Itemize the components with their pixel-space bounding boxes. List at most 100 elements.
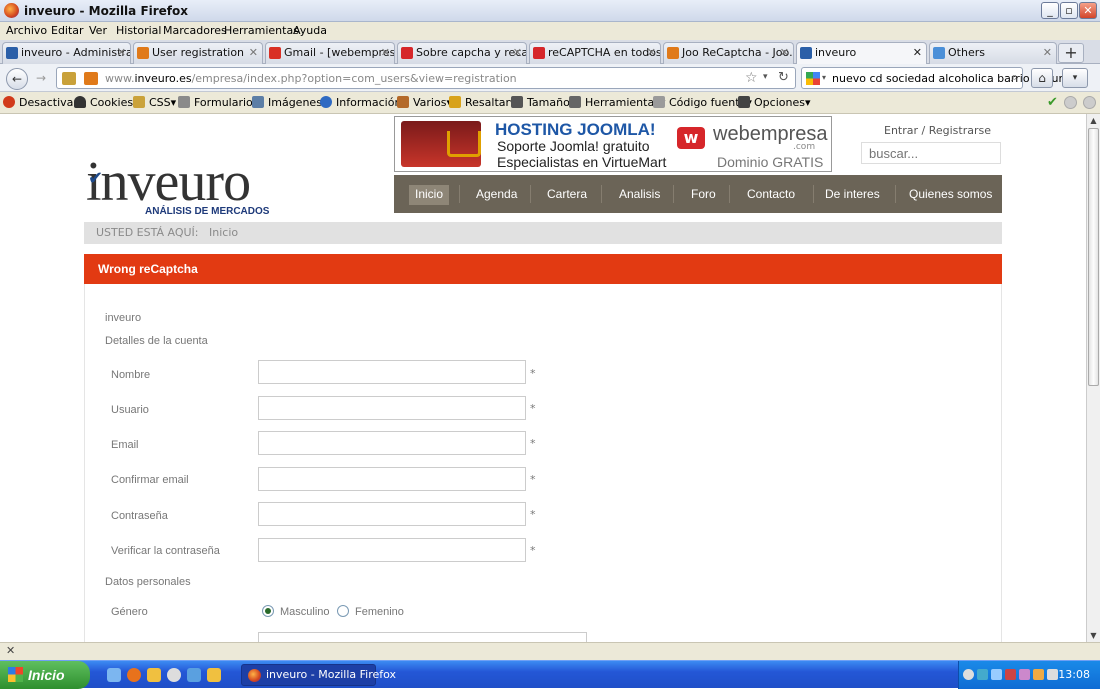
media-player-icon[interactable] [167, 668, 181, 682]
menu-analisis[interactable]: Analisis [613, 185, 666, 205]
tray-app-icon[interactable] [1019, 669, 1030, 680]
close-window-button[interactable]: ✕ [1079, 2, 1097, 19]
firefox-quicklaunch-icon[interactable] [127, 668, 141, 682]
messenger-icon[interactable] [187, 668, 201, 682]
url-bar[interactable]: www.inveuro.es/empresa/index.php?option=… [56, 67, 796, 89]
toolbar-varios[interactable]: Varios▾ [397, 96, 452, 109]
confirm-email-input[interactable] [258, 467, 526, 491]
menu-ayuda[interactable]: Ayuda [293, 24, 327, 37]
gender-female-label[interactable]: Femenino [355, 606, 404, 618]
tab-close-icon[interactable]: ✕ [249, 43, 258, 63]
taskbar-firefox-item[interactable]: inveuro - Mozilla Firefox [241, 664, 396, 686]
addon-icon[interactable]: ▾ [1062, 68, 1088, 88]
menu-inicio[interactable]: Inicio [409, 185, 450, 205]
highlighter-icon [449, 96, 461, 108]
toolbar-opciones[interactable]: Opciones▾ [738, 96, 810, 109]
tab-joo-recaptcha[interactable]: Joo ReCaptcha - Joo... ✕ [663, 42, 794, 64]
bookmark-star-icon[interactable]: ☆ [745, 70, 758, 86]
tray-security-icon[interactable] [1005, 669, 1016, 680]
email-input[interactable] [258, 431, 526, 455]
login-register-link[interactable]: Entrar / Registrarse [884, 124, 991, 137]
menu-archivo[interactable]: Archivo [6, 24, 47, 37]
url-text[interactable]: www.inveuro.es/empresa/index.php?option=… [105, 72, 517, 85]
menu-foro[interactable]: Foro [685, 185, 722, 205]
usuario-input[interactable] [258, 396, 526, 420]
menu-historial[interactable]: Historial [116, 24, 161, 37]
minimize-button[interactable]: _ [1041, 2, 1059, 19]
close-addon-bar-icon[interactable]: ✕ [6, 644, 15, 657]
next-field-input[interactable] [258, 632, 587, 642]
hosting-banner-ad[interactable]: HOSTING JOOMLA! Soporte Joomla! gratuito… [394, 116, 832, 172]
tab-inveuro-admin[interactable]: inveuro - Administrac... ✕ [2, 42, 131, 64]
tab-close-icon[interactable]: ✕ [381, 43, 390, 63]
site-search-input[interactable] [861, 142, 1001, 164]
gender-male-label[interactable]: Masculino [280, 606, 330, 618]
search-bar[interactable]: ▾ nuevo cd sociedad alcoholica barrio os… [801, 67, 1070, 89]
toolbar-imagenes[interactable]: Imágenes▾ [252, 96, 327, 109]
tab-others[interactable]: Others ✕ [929, 42, 1057, 64]
scroll-up-icon[interactable]: ▲ [1087, 114, 1100, 127]
search-engine-dropdown-icon[interactable]: ▾ [822, 73, 826, 82]
breadcrumb-current[interactable]: Inicio [209, 222, 238, 244]
tab-gmail[interactable]: Gmail - [webempresa... ✕ [265, 42, 395, 64]
url-prefix: www. [105, 72, 135, 85]
reload-icon[interactable]: ↻ [778, 70, 789, 85]
tray-volume-icon[interactable] [991, 669, 1002, 680]
web-developer-toolbar: Desactivar▾ Cookies▾ CSS▾ Formularios▾ I… [0, 92, 1100, 114]
tab-close-icon[interactable]: ✕ [1043, 43, 1052, 63]
tab-recaptcha[interactable]: reCAPTCHA en todos... ✕ [529, 42, 661, 64]
toolbar-informacion[interactable]: Información▾ [320, 96, 407, 109]
scroll-thumb[interactable] [1088, 128, 1099, 386]
search-icon[interactable]: ⌕ [1011, 70, 1018, 85]
toolbar-cookies[interactable]: Cookies▾ [74, 96, 139, 109]
ie-icon[interactable] [107, 668, 121, 682]
tab-close-icon[interactable]: ✕ [780, 43, 789, 63]
gender-male-radio[interactable] [262, 605, 274, 617]
tray-app-icon[interactable] [1033, 669, 1044, 680]
toolbar-tamano[interactable]: Tamaño▾ [511, 96, 575, 109]
site-logo[interactable]: ✔ inveuro [86, 154, 251, 210]
menu-herramientas[interactable]: Herramientas [224, 24, 299, 37]
menu-bar: Archivo Editar Ver Historial Marcadores … [0, 22, 1100, 40]
menu-cartera[interactable]: Cartera [541, 185, 593, 205]
password-input[interactable] [258, 502, 526, 526]
home-icon[interactable]: ⌂ [1031, 68, 1053, 88]
tab-sobre-capcha[interactable]: Sobre capcha y reca... ✕ [397, 42, 527, 64]
tab-close-icon[interactable]: ✕ [117, 43, 126, 63]
google-icon[interactable] [806, 72, 820, 85]
toolbar-herramientas[interactable]: Herramientas▾ [569, 96, 665, 109]
new-tab-button[interactable]: + [1058, 43, 1084, 63]
taskbar-item-label: inveuro - Mozilla Firefox [266, 668, 397, 681]
folder-icon[interactable] [147, 668, 161, 682]
key-icon[interactable] [62, 72, 76, 85]
folder-icon[interactable] [207, 668, 221, 682]
dropdown-icon[interactable]: ▾ [763, 72, 768, 82]
tab-close-icon[interactable]: ✕ [647, 43, 656, 63]
tray-mail-icon[interactable] [1047, 669, 1058, 680]
toolbar-css[interactable]: CSS▾ [133, 96, 176, 109]
menu-contacto[interactable]: Contacto [741, 185, 801, 205]
menu-marcadores[interactable]: Marcadores [163, 24, 227, 37]
tray-expand-icon[interactable] [963, 669, 974, 680]
start-button[interactable]: Inicio [0, 661, 90, 689]
menu-agenda[interactable]: Agenda [470, 185, 523, 205]
menu-de-interes[interactable]: De interes [819, 185, 886, 205]
page-scrollbar[interactable]: ▲ ▼ [1086, 114, 1100, 642]
menu-quienes-somos[interactable]: Quienes somos [903, 185, 998, 205]
nombre-input[interactable] [258, 360, 526, 384]
toolbar-resaltar[interactable]: Resaltar▾ [449, 96, 516, 109]
scroll-down-icon[interactable]: ▼ [1087, 629, 1100, 642]
tray-network-icon[interactable] [977, 669, 988, 680]
forward-button[interactable]: → [31, 69, 51, 89]
tab-inveuro[interactable]: inveuro ✕ [796, 42, 927, 64]
tab-close-icon[interactable]: ✕ [513, 43, 522, 63]
tab-close-icon[interactable]: ✕ [913, 43, 922, 63]
tab-user-registration[interactable]: User registration ✕ [133, 42, 263, 64]
maximize-button[interactable]: ▫ [1060, 2, 1078, 19]
menu-ver[interactable]: Ver [89, 24, 107, 37]
toolbar-desactivar[interactable]: Desactivar▾ [3, 96, 83, 109]
gender-female-radio[interactable] [337, 605, 349, 617]
menu-editar[interactable]: Editar [51, 24, 84, 37]
verify-password-input[interactable] [258, 538, 526, 562]
back-button[interactable]: ← [6, 68, 28, 90]
